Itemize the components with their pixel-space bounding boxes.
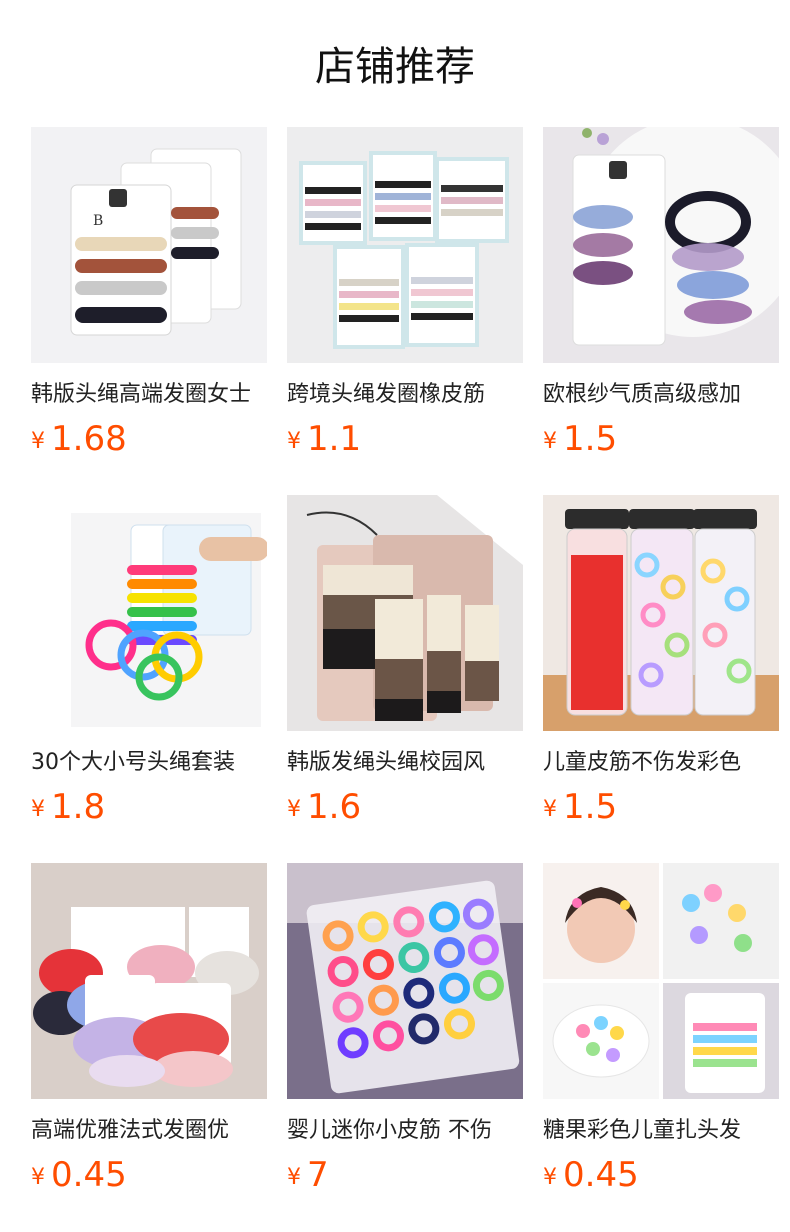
product-card[interactable]: 糖果彩色儿童扎头发 ¥0.45 (543, 863, 779, 1203)
product-name[interactable]: 30个大小号头绳套装 (31, 747, 267, 779)
currency-symbol: ¥ (287, 429, 301, 454)
currency-symbol: ¥ (31, 1165, 45, 1190)
currency-symbol: ¥ (543, 429, 557, 454)
product-image-elastic-bands-cards[interactable] (287, 127, 523, 363)
svg-text:B: B (93, 213, 103, 229)
product-card[interactable]: 跨境头绳发圈橡皮筋 ¥1.1 (287, 127, 523, 467)
product-card[interactable]: 韩版发绳头绳校园风 ¥1.6 (287, 495, 523, 835)
currency-symbol: ¥ (543, 1165, 557, 1190)
product-image-kids-elastic-jars[interactable] (543, 495, 779, 731)
product-image-colorful-hair-ties-set[interactable] (31, 495, 267, 731)
product-price: ¥0.45 (543, 1153, 639, 1197)
product-price: ¥1.68 (31, 417, 127, 461)
currency-symbol: ¥ (31, 797, 45, 822)
product-price: ¥7 (287, 1153, 329, 1197)
price-value: 7 (307, 1155, 329, 1195)
product-card[interactable]: B 韩版头绳高端发圈女士 ¥1.68 (31, 127, 267, 467)
product-price: ¥1.5 (543, 785, 617, 829)
product-price: ¥1.1 (287, 417, 361, 461)
product-card[interactable]: 欧根纱气质高级感加 ¥1.5 (543, 127, 779, 467)
product-image-french-scrunchies[interactable] (31, 863, 267, 1099)
store-recommendations-page: 店铺推荐 B 韩版头绳高端发圈女士 ¥ 1.68 跨境头绳发圈橡皮筋 ¥ 1.1… (0, 0, 790, 1232)
product-price: ¥0.45 (31, 1153, 127, 1197)
product-name[interactable]: 跨境头绳发圈橡皮筋 (287, 379, 523, 411)
currency-symbol: ¥ (31, 429, 45, 454)
product-name[interactable]: 韩版头绳高端发圈女士 (31, 379, 267, 411)
product-image-school-style-hair-bands[interactable] (287, 495, 523, 731)
price-value: 1.1 (307, 419, 362, 459)
price-value: 0.45 (563, 1155, 639, 1195)
product-price: ¥1.5 (543, 417, 617, 461)
product-card[interactable]: 30个大小号头绳套装 ¥1.8 (31, 495, 267, 835)
product-card[interactable]: 儿童皮筋不伤发彩色 ¥1.5 (543, 495, 779, 835)
price-value: 1.6 (307, 787, 362, 827)
page-title: 店铺推荐 (315, 44, 475, 90)
product-name[interactable]: 儿童皮筋不伤发彩色 (543, 747, 779, 779)
product-name[interactable]: 婴儿迷你小皮筋 不伤 (287, 1115, 523, 1147)
currency-symbol: ¥ (287, 1165, 301, 1190)
currency-symbol: ¥ (543, 797, 557, 822)
product-price: ¥1.8 (31, 785, 105, 829)
price-value: 1.8 (51, 787, 106, 827)
product-name[interactable]: 欧根纱气质高级感加 (543, 379, 779, 411)
product-card[interactable]: 婴儿迷你小皮筋 不伤 ¥7 (287, 863, 523, 1203)
product-name[interactable]: 韩版发绳头绳校园风 (287, 747, 523, 779)
product-name[interactable]: 糖果彩色儿童扎头发 (543, 1115, 779, 1147)
price-value: 1.5 (563, 787, 618, 827)
product-image-mini-elastic-box[interactable] (287, 863, 523, 1099)
price-value: 1.5 (563, 419, 618, 459)
product-price: ¥1.6 (287, 785, 361, 829)
product-image-hair-ties-cards[interactable]: B (31, 127, 267, 363)
product-image-organza-scrunchies[interactable] (543, 127, 779, 363)
price-value: 1.68 (51, 419, 127, 459)
product-name[interactable]: 高端优雅法式发圈优 (31, 1115, 267, 1147)
product-image-candy-hair-clips-collage[interactable] (543, 863, 779, 1099)
product-card[interactable]: 高端优雅法式发圈优 ¥0.45 (31, 863, 267, 1203)
currency-symbol: ¥ (287, 797, 301, 822)
price-value: 0.45 (51, 1155, 127, 1195)
